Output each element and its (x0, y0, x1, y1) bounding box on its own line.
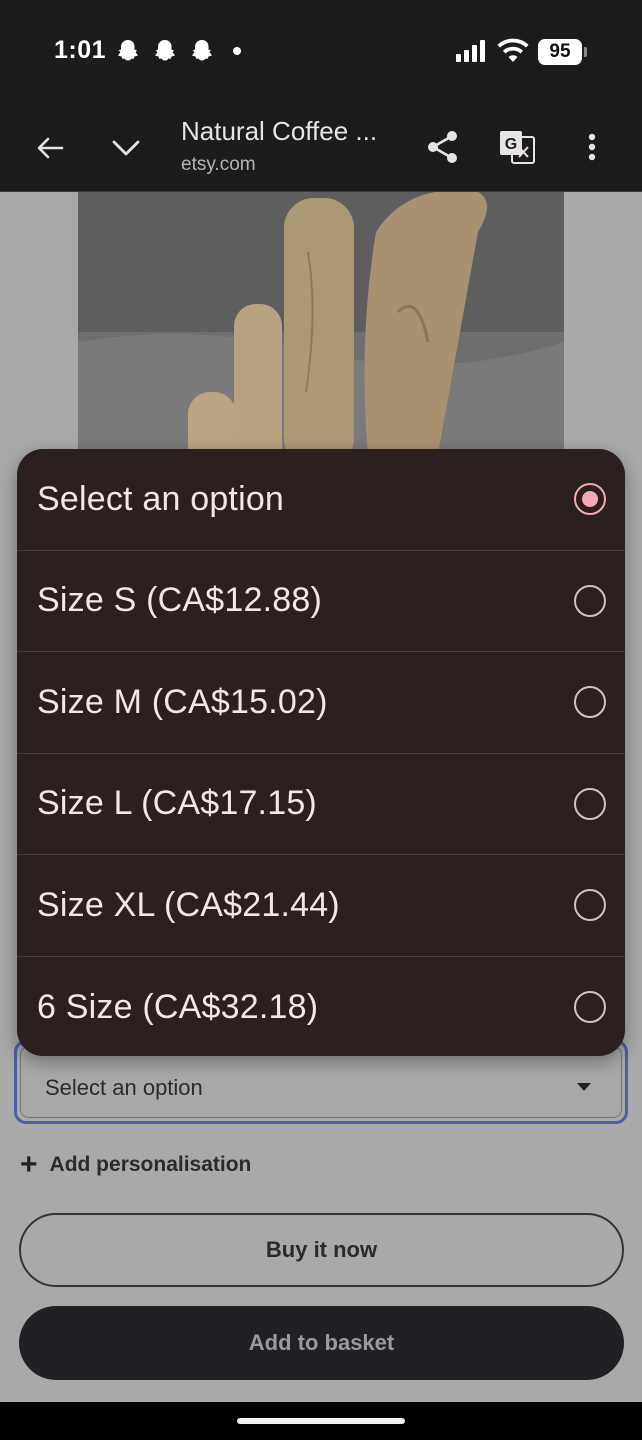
snapchat-icon (155, 40, 175, 61)
notification-dot (233, 47, 241, 55)
option-label: Size XL (CA$21.44) (37, 885, 340, 924)
radio-unselected-icon[interactable] (574, 889, 606, 922)
option-label: Select an option (37, 479, 285, 518)
option-label: Size S (CA$12.88) (37, 581, 322, 620)
dropdown-option[interactable]: Size XL (CA$21.44) (17, 855, 625, 957)
share-button[interactable] (420, 124, 466, 170)
signal-icon (456, 40, 485, 62)
wifi-icon (497, 38, 529, 62)
system-nav-bar (0, 1402, 642, 1440)
back-button[interactable] (28, 126, 72, 170)
radio-unselected-icon[interactable] (574, 787, 606, 820)
dropdown-option[interactable]: Select an option (17, 449, 625, 551)
translate-icon: G (500, 131, 535, 164)
chevron-down-icon (112, 140, 140, 156)
option-label: Size M (CA$15.02) (37, 682, 328, 721)
product-image[interactable] (78, 192, 564, 454)
option-label: 6 Size (CA$32.18) (37, 987, 319, 1026)
collapse-button[interactable] (104, 126, 148, 170)
back-arrow-icon (37, 137, 64, 159)
dropdown-option[interactable]: Size L (CA$17.15) (17, 754, 625, 855)
battery-tip (584, 47, 587, 57)
add-to-basket-button[interactable]: Add to basket (19, 1306, 624, 1380)
page-title[interactable]: Natural Coffee ... (181, 116, 377, 147)
home-indicator[interactable] (237, 1418, 405, 1424)
radio-unselected-icon[interactable] (574, 991, 606, 1024)
status-bar: 1:01 95 (0, 0, 642, 104)
options-dropdown: Select an option Size S (CA$12.88) Size … (17, 449, 625, 1056)
svg-text:G: G (505, 136, 517, 153)
more-menu-button[interactable] (570, 124, 614, 170)
coffee-wood-sticks-photo (78, 192, 564, 454)
select-value: Select an option (45, 1075, 203, 1100)
option-label: Size L (CA$17.15) (37, 784, 317, 823)
add-personalisation-link[interactable]: + Add personalisation (20, 1148, 252, 1181)
dropdown-option[interactable]: Size M (CA$15.02) (17, 652, 625, 754)
buy-it-now-button[interactable]: Buy it now (19, 1213, 624, 1287)
plus-icon: + (20, 1148, 38, 1181)
translate-button[interactable]: G (494, 124, 540, 170)
battery-icon: 95 (538, 39, 582, 65)
snapchat-icon (118, 40, 138, 61)
page-url[interactable]: etsy.com (181, 154, 256, 176)
notification-icons (116, 38, 241, 64)
radio-selected-icon[interactable] (574, 483, 606, 516)
status-time: 1:01 (54, 36, 107, 64)
add-personalisation-label: Add personalisation (49, 1153, 252, 1176)
caret-down-icon (577, 1083, 591, 1091)
radio-unselected-icon[interactable] (574, 686, 606, 719)
radio-unselected-icon[interactable] (574, 584, 606, 617)
dropdown-option[interactable]: Size S (CA$12.88) (17, 551, 625, 652)
browser-toolbar: Natural Coffee ... etsy.com G (0, 104, 642, 192)
snapchat-icon (192, 40, 212, 61)
select-field-inner: Select an option (20, 1046, 622, 1118)
share-icon (428, 131, 457, 163)
more-vert-icon (588, 133, 596, 161)
dropdown-option[interactable]: 6 Size (CA$32.18) (17, 957, 625, 1057)
